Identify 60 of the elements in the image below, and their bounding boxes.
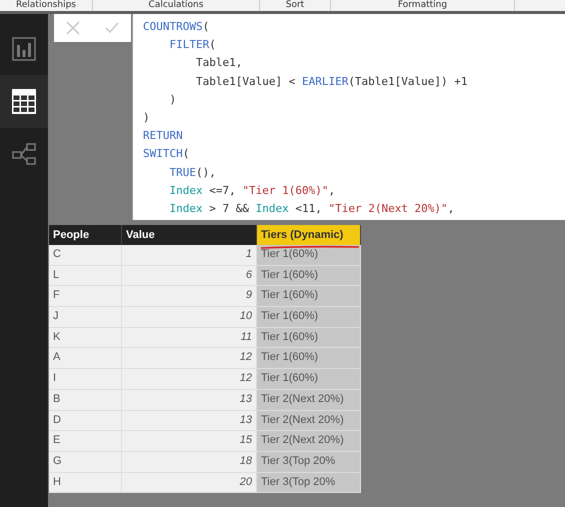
code-line: Index <=7, "Tier 1(60%)", bbox=[168, 182, 336, 199]
code-line: ) bbox=[143, 110, 151, 126]
table-cell: K bbox=[49, 328, 122, 348]
table-cell: 11 bbox=[122, 328, 257, 348]
table-cell: 9 bbox=[122, 286, 257, 308]
ribbon-group-label[interactable]: Formatting bbox=[331, 0, 515, 11]
table-icon bbox=[12, 89, 36, 114]
table-cell: Tier 2(Next 20%) bbox=[257, 390, 361, 410]
code-line: Index > 7 && Index <11, "Tier 2(Next 20%)", bbox=[168, 201, 456, 218]
table-cell: D bbox=[49, 410, 122, 432]
table-cell: Tier 1(60%) bbox=[257, 266, 361, 286]
table-cell: Tier 1(60%) bbox=[257, 245, 361, 266]
relationship-icon bbox=[12, 143, 36, 166]
checkmark-icon[interactable] bbox=[104, 22, 119, 34]
ribbon-group-label[interactable]: Relationships bbox=[0, 0, 93, 11]
column-header[interactable]: Tiers (Dynamic) bbox=[257, 225, 361, 245]
table-cell: Tier 2(Next 20%) bbox=[257, 431, 361, 452]
table-cell: J bbox=[49, 307, 122, 328]
code-line: ) bbox=[168, 92, 178, 108]
table-cell: 6 bbox=[122, 266, 257, 286]
table-cell: 13 bbox=[122, 410, 257, 432]
code-line: RETURN bbox=[143, 128, 184, 144]
table-cell: I bbox=[49, 369, 122, 390]
code-line: TRUE(), bbox=[168, 164, 217, 181]
table-cell: L bbox=[49, 266, 122, 286]
column-header[interactable]: People bbox=[49, 225, 122, 245]
code-line: FILTER( bbox=[168, 37, 217, 54]
view-button[interactable] bbox=[0, 75, 48, 128]
table-cell: 12 bbox=[122, 369, 257, 390]
table-cell: C bbox=[49, 245, 122, 266]
table-cell: Tier 3(Top 20% bbox=[257, 452, 361, 473]
table-cell: 1 bbox=[122, 245, 257, 266]
code-line: Table1[Value] < EARLIER(Table1[Value]) +1 bbox=[194, 74, 469, 90]
code-line: COUNTROWS( bbox=[143, 19, 210, 35]
column-header[interactable]: Value bbox=[122, 225, 257, 245]
table-cell: Tier 1(60%) bbox=[257, 348, 361, 370]
table-cell: F bbox=[49, 286, 122, 308]
ribbon-group-label[interactable]: Sort bbox=[260, 0, 331, 11]
formula-editor[interactable]: COUNTROWS( FILTER( Table1, Table1[Value] < EARLIER(Table1[Value]) +1 ) ) RETURN SWITCH( TRUE(), Index <=7, "Tier 1(60%)", Index > 7 && Index <11, "Tier 2(Next 20%)", bbox=[132, 14, 565, 220]
table-cell: Tier 1(60%) bbox=[257, 369, 361, 390]
table-cell: Tier 3(Top 20% bbox=[257, 472, 361, 494]
table-cell: H bbox=[49, 472, 122, 494]
table-cell: 20 bbox=[122, 472, 257, 494]
table-cell: 12 bbox=[122, 348, 257, 370]
bar-chart-icon bbox=[12, 36, 36, 60]
code-line: SWITCH( bbox=[143, 146, 190, 162]
table-cell: Tier 2(Next 20%) bbox=[257, 410, 361, 432]
table-cell: 18 bbox=[122, 452, 257, 473]
table-cell: 15 bbox=[122, 431, 257, 452]
table-cell: Tier 1(60%) bbox=[257, 286, 361, 308]
table-cell: 13 bbox=[122, 390, 257, 410]
table-cell: Tier 1(60%) bbox=[257, 307, 361, 328]
table-cell: B bbox=[49, 390, 122, 410]
table-cell: E bbox=[49, 431, 122, 452]
code-line: Table1, bbox=[194, 55, 244, 72]
table-cell: A bbox=[49, 348, 122, 370]
table-cell: 10 bbox=[122, 307, 257, 328]
ribbon-group-label[interactable]: Calculations bbox=[93, 0, 260, 11]
table-cell: Tier 1(60%) bbox=[257, 328, 361, 348]
table-cell: G bbox=[49, 452, 122, 473]
